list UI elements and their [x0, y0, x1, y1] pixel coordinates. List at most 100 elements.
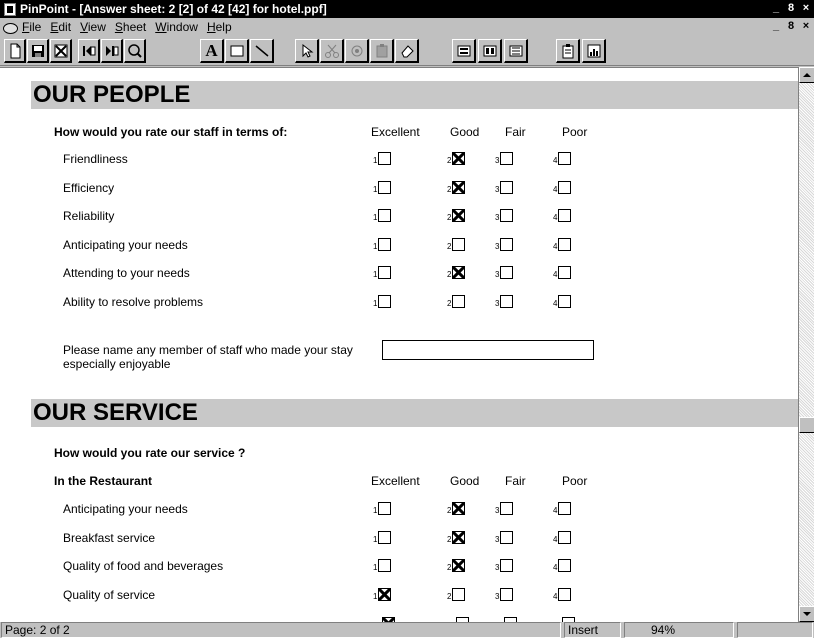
scroll-down-icon[interactable] [799, 606, 814, 622]
line-tool-icon[interactable] [250, 39, 274, 63]
checkbox[interactable] [452, 587, 466, 601]
checkbox[interactable] [558, 294, 572, 308]
rating-option: 2 [447, 530, 466, 544]
checked-checkbox[interactable] [452, 530, 466, 544]
checkbox[interactable] [558, 559, 572, 572]
checkbox[interactable] [500, 530, 514, 544]
new-icon[interactable] [4, 39, 26, 63]
checkbox[interactable] [558, 180, 572, 194]
checked-checkbox[interactable] [452, 559, 466, 572]
document-icon[interactable] [2, 20, 18, 34]
delete-icon[interactable] [50, 39, 72, 63]
option-number: 4 [553, 241, 558, 251]
vertical-scrollbar[interactable] [798, 67, 814, 622]
close-button[interactable]: × [799, 2, 813, 16]
staff-name-field[interactable] [382, 340, 594, 360]
menu-help[interactable]: Help [207, 20, 232, 34]
checkbox[interactable] [500, 209, 514, 222]
checkbox[interactable] [452, 294, 466, 308]
checkbox[interactable] [378, 530, 392, 544]
checkbox[interactable] [378, 180, 392, 194]
paste-icon[interactable] [370, 39, 394, 63]
rating-option: 4 [553, 501, 572, 515]
rating-option: 2 [447, 237, 466, 251]
checked-checkbox[interactable] [452, 502, 466, 515]
checkbox[interactable] [500, 502, 514, 515]
clipboard-icon[interactable] [556, 39, 580, 63]
menu-view[interactable]: View [80, 20, 106, 34]
checkbox[interactable] [500, 180, 514, 194]
rectangle-tool-icon[interactable] [225, 39, 249, 63]
minimize-button[interactable]: _ [769, 2, 783, 16]
doc-close-button[interactable]: × [799, 20, 813, 34]
option-number: 3 [495, 563, 500, 572]
rating-option: 2 [447, 208, 466, 222]
col-poor: Poor [562, 125, 588, 139]
checkbox[interactable] [378, 294, 392, 308]
checkbox[interactable] [558, 237, 572, 251]
rating-option: 3 [495, 180, 514, 194]
save-icon[interactable] [27, 39, 49, 63]
option-number: 2 [447, 156, 452, 165]
doc-minimize-button[interactable]: _ [769, 20, 783, 34]
restore-button[interactable]: 8 [784, 2, 798, 16]
app-icon[interactable] [4, 2, 16, 16]
checkbox[interactable] [558, 152, 572, 165]
checkbox[interactable] [378, 266, 392, 279]
checkbox[interactable] [500, 152, 514, 165]
text-tool-icon[interactable]: A [200, 39, 224, 63]
menu-edit[interactable]: Edit [50, 20, 71, 34]
rating-option: 4 [553, 208, 572, 222]
find-icon[interactable] [124, 39, 146, 63]
scroll-up-icon[interactable] [799, 67, 814, 83]
rating-option: 3 [495, 294, 514, 308]
status-extra [737, 622, 813, 638]
option-number: 3 [495, 213, 500, 222]
menu-file[interactable]: File [22, 20, 41, 34]
checkbox[interactable] [500, 266, 514, 279]
doc-restore-button[interactable]: 8 [784, 20, 798, 34]
checkbox[interactable] [378, 502, 392, 515]
option-number: 4 [553, 563, 558, 572]
status-zoom: 94% [624, 622, 734, 638]
checkbox[interactable] [558, 502, 572, 515]
rating-option: 2 [447, 587, 466, 601]
checked-checkbox[interactable] [452, 266, 466, 279]
view-icon[interactable] [452, 39, 476, 63]
menu-window[interactable]: Window [155, 20, 198, 34]
checkbox[interactable] [500, 294, 514, 308]
checked-checkbox[interactable] [452, 209, 466, 222]
option-number: 4 [553, 534, 558, 544]
checkbox[interactable] [452, 237, 466, 251]
menu-sheet[interactable]: Sheet [115, 20, 146, 34]
checkbox[interactable] [378, 237, 392, 251]
text-tool-glyph: A [205, 40, 218, 60]
scroll-thumb[interactable] [799, 417, 814, 433]
pointer-tool-icon[interactable] [295, 39, 319, 63]
view-3-icon[interactable] [504, 39, 528, 63]
option-number: 2 [447, 270, 452, 279]
last-record-icon[interactable] [101, 39, 123, 63]
checkbox[interactable] [558, 209, 572, 222]
copy-icon[interactable] [345, 39, 369, 63]
option-number: 3 [495, 298, 500, 308]
option-number: 2 [447, 591, 452, 601]
chart-icon[interactable] [582, 39, 606, 63]
checkbox[interactable] [500, 559, 514, 572]
checked-checkbox[interactable] [378, 587, 392, 601]
checkbox[interactable] [378, 152, 392, 165]
checkbox[interactable] [378, 559, 392, 572]
checkbox[interactable] [558, 587, 572, 601]
checked-checkbox[interactable] [452, 180, 466, 194]
first-record-icon[interactable] [78, 39, 100, 63]
erase-icon[interactable] [395, 39, 419, 63]
cut-icon[interactable] [320, 39, 344, 63]
checkbox[interactable] [500, 587, 514, 601]
checkbox[interactable] [378, 209, 392, 222]
checkbox[interactable] [558, 266, 572, 279]
view-2-icon[interactable] [478, 39, 502, 63]
checked-checkbox[interactable] [452, 152, 466, 165]
document-view: OUR PEOPLE How would you rate our staff … [0, 67, 798, 622]
checkbox[interactable] [558, 530, 572, 544]
checkbox[interactable] [500, 237, 514, 251]
